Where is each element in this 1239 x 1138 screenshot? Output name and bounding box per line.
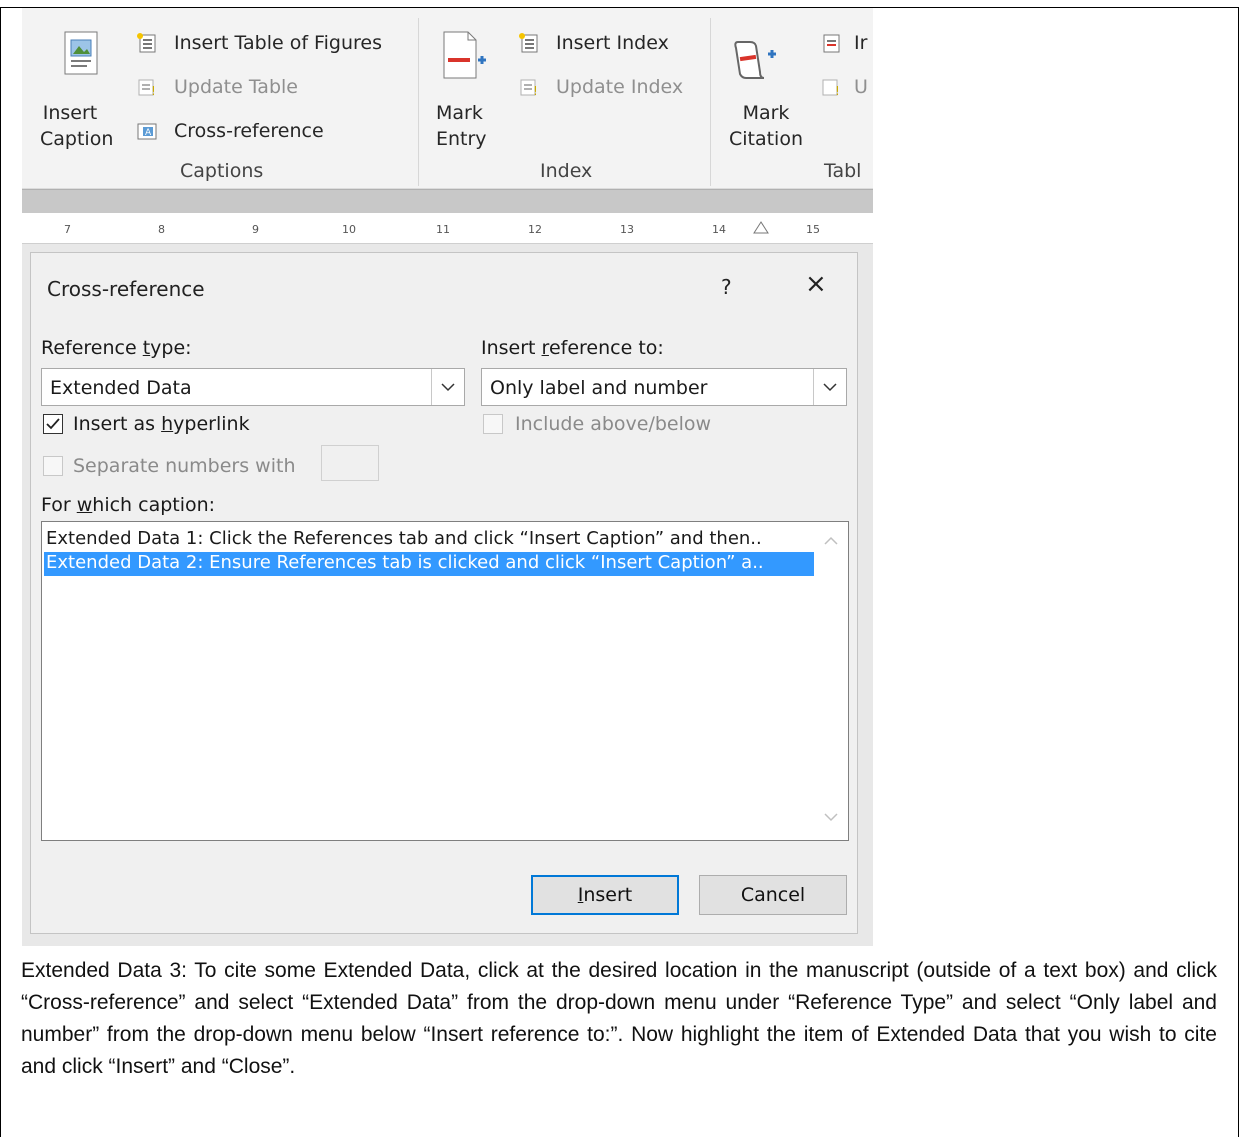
separate-numbers-label: Separate numbers with <box>73 455 296 477</box>
chevron-down-icon[interactable] <box>431 369 464 405</box>
update-table-of-authorities-icon: ! <box>822 79 840 98</box>
update-table-of-authorities-button[interactable]: U <box>854 76 868 98</box>
indent-marker-icon[interactable] <box>752 221 770 235</box>
scroll-up-icon[interactable] <box>824 536 838 546</box>
update-index-button[interactable]: Update Index <box>556 76 683 98</box>
insert-button[interactable]: Insert <box>531 875 679 915</box>
ruler-tick: 9 <box>252 223 259 236</box>
captions-group-label: Captions <box>180 160 264 182</box>
help-button[interactable]: ? <box>721 275 732 299</box>
group-divider <box>710 18 711 186</box>
chevron-down-icon[interactable] <box>813 369 846 405</box>
figure-caption: Extended Data 3: To cite some Extended D… <box>21 959 1217 1078</box>
svg-text:!: ! <box>533 84 538 98</box>
insert-table-of-figures-icon <box>137 33 156 53</box>
checkmark-icon <box>46 418 60 430</box>
reference-type-dropdown[interactable]: Extended Data <box>41 368 465 406</box>
mark-citation-icon[interactable] <box>730 34 780 82</box>
svg-text:!: ! <box>151 84 156 98</box>
insert-reference-dropdown[interactable]: Only label and number <box>481 368 847 406</box>
insert-reference-value: Only label and number <box>490 377 708 399</box>
caption-list[interactable]: Extended Data 1: Click the References ta… <box>41 521 849 841</box>
group-divider <box>418 18 419 186</box>
insert-table-of-figures-button[interactable]: Insert Table of Figures <box>174 32 382 54</box>
mark-entry-icon[interactable] <box>440 30 488 82</box>
list-item[interactable]: Extended Data 1: Click the References ta… <box>46 528 762 552</box>
references-ribbon: Insert Caption Insert Table of Figures !… <box>22 8 873 189</box>
include-above-below-checkbox[interactable] <box>483 414 503 434</box>
insert-as-hyperlink-label[interactable]: Insert as hyperlink <box>73 413 250 435</box>
cross-reference-dialog: Cross-reference ? × Reference type: Exte… <box>30 252 858 934</box>
update-index-icon: ! <box>520 79 538 98</box>
vertical-scrollbar[interactable] <box>814 522 848 840</box>
ribbon-bottom-band <box>22 189 873 214</box>
ruler-tick: 14 <box>712 223 726 236</box>
table-of-authorities-group-label: Tabl <box>824 160 862 182</box>
insert-table-of-authorities-icon <box>823 34 840 53</box>
ruler-tick: 12 <box>528 223 542 236</box>
update-table-icon: ! <box>138 79 156 98</box>
insert-table-of-authorities-button[interactable]: Ir <box>854 32 867 54</box>
list-item-selected[interactable]: Extended Data 2: Ensure References tab i… <box>44 552 814 576</box>
close-button[interactable]: × <box>805 269 827 299</box>
update-table-button[interactable]: Update Table <box>174 76 298 98</box>
include-above-below-label: Include above/below <box>515 413 712 435</box>
horizontal-ruler[interactable]: 7 8 9 10 11 12 13 14 15 17 <box>22 213 873 244</box>
svg-text:!: ! <box>835 84 840 98</box>
insert-as-hyperlink-checkbox[interactable] <box>43 414 63 434</box>
reference-type-value: Extended Data <box>50 377 192 399</box>
mark-entry-button[interactable]: Mark Entry <box>436 100 492 152</box>
ruler-tick: 15 <box>806 223 820 236</box>
insert-index-icon <box>519 33 538 53</box>
cross-reference-icon: A <box>137 123 157 140</box>
ruler-tick: 13 <box>620 223 634 236</box>
word-screenshot: Insert Caption Insert Table of Figures !… <box>22 8 873 946</box>
ruler-tick: 11 <box>436 223 450 236</box>
insert-caption-icon[interactable] <box>62 30 102 78</box>
insert-index-button[interactable]: Insert Index <box>556 32 669 54</box>
separator-input[interactable] <box>321 445 379 481</box>
cancel-button[interactable]: Cancel <box>699 875 847 915</box>
insert-caption-button[interactable]: Insert Caption <box>40 100 113 152</box>
separate-numbers-checkbox[interactable] <box>43 456 63 476</box>
index-group-label: Index <box>540 160 593 182</box>
reference-type-label: Reference type: <box>41 337 192 359</box>
ruler-tick: 8 <box>158 223 165 236</box>
dialog-title: Cross-reference <box>47 277 205 301</box>
scroll-down-icon[interactable] <box>824 812 838 822</box>
mark-citation-button[interactable]: Mark Citation <box>724 100 808 152</box>
dialog-backdrop: Cross-reference ? × Reference type: Exte… <box>22 244 873 946</box>
for-which-caption-label: For which caption: <box>41 494 216 516</box>
svg-text:A: A <box>145 128 152 138</box>
ruler-tick: 10 <box>342 223 356 236</box>
ruler-tick: 7 <box>64 223 71 236</box>
cross-reference-button[interactable]: Cross-reference <box>174 120 324 142</box>
insert-reference-label: Insert reference to: <box>481 337 664 359</box>
